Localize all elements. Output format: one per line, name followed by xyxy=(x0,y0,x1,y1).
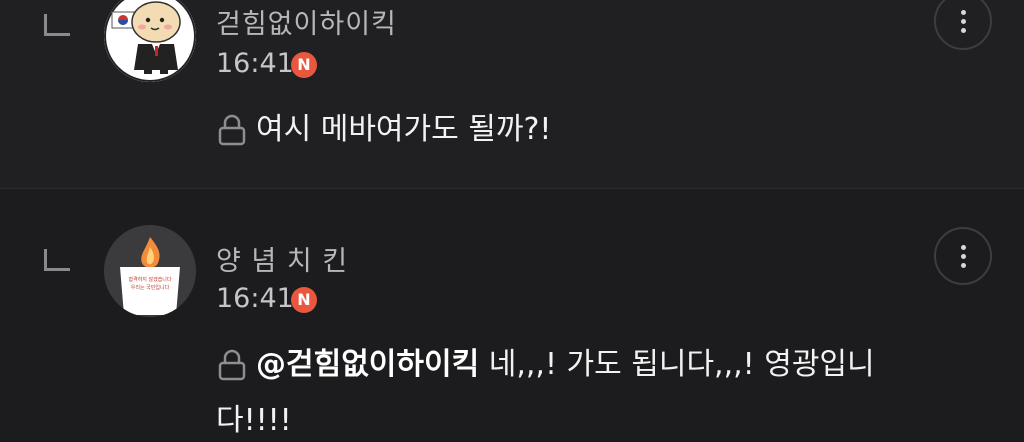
comment-text-line2: 다!!!! xyxy=(216,403,292,438)
comment-username[interactable]: 걷힘없이하이킥 xyxy=(216,2,397,41)
comment-text-line1: 네,,,! 가도 됩니다,,,! 영광입니 xyxy=(479,347,875,382)
more-vertical-icon xyxy=(960,244,966,250)
comment-time: 16:41 xyxy=(216,283,294,314)
comment-text: 여시 메바여가도 될까?! xyxy=(256,112,552,147)
more-vertical-icon-dot xyxy=(960,27,966,33)
new-badge-icon: N xyxy=(291,287,317,313)
more-vertical-icon xyxy=(960,9,966,15)
more-vertical-icon-dot xyxy=(960,253,966,259)
comment-item: 합격하지 않겠습니다 우리는 국민입니다 양 념 치 킨 16:41 N @걷힘… xyxy=(0,188,1024,442)
avatar-illustration xyxy=(104,0,196,82)
lock-icon xyxy=(218,349,246,381)
more-vertical-icon-dot xyxy=(960,18,966,24)
more-options-button[interactable] xyxy=(934,0,992,50)
comment-item: 걷힘없이하이킥 16:41 N 여시 메바여가도 될까?! xyxy=(0,0,1024,188)
new-badge-icon: N xyxy=(291,52,317,78)
avatar-sign-line2: 우리는 국민입니다 xyxy=(131,284,170,291)
more-options-button[interactable] xyxy=(934,227,992,285)
comment-time: 16:41 xyxy=(216,48,294,79)
mention-link[interactable]: @걷힘없이하이킥 xyxy=(256,347,479,382)
reply-arrow-icon xyxy=(44,249,70,271)
more-vertical-icon-dot xyxy=(960,262,966,268)
reply-arrow-icon xyxy=(44,14,70,36)
comment-username[interactable]: 양 념 치 킨 xyxy=(216,239,348,278)
avatar-sign-line1: 합격하지 않겠습니다 xyxy=(129,276,172,283)
avatar[interactable]: 합격하지 않겠습니다 우리는 국민입니다 xyxy=(104,225,196,317)
avatar[interactable] xyxy=(104,0,196,82)
comment-text: @걷힘없이하이킥 네,,,! 가도 됩니다,,,! 영광입니 xyxy=(256,336,875,394)
avatar-illustration: 합격하지 않겠습니다 우리는 국민입니다 xyxy=(104,225,196,317)
lock-icon xyxy=(218,114,246,146)
